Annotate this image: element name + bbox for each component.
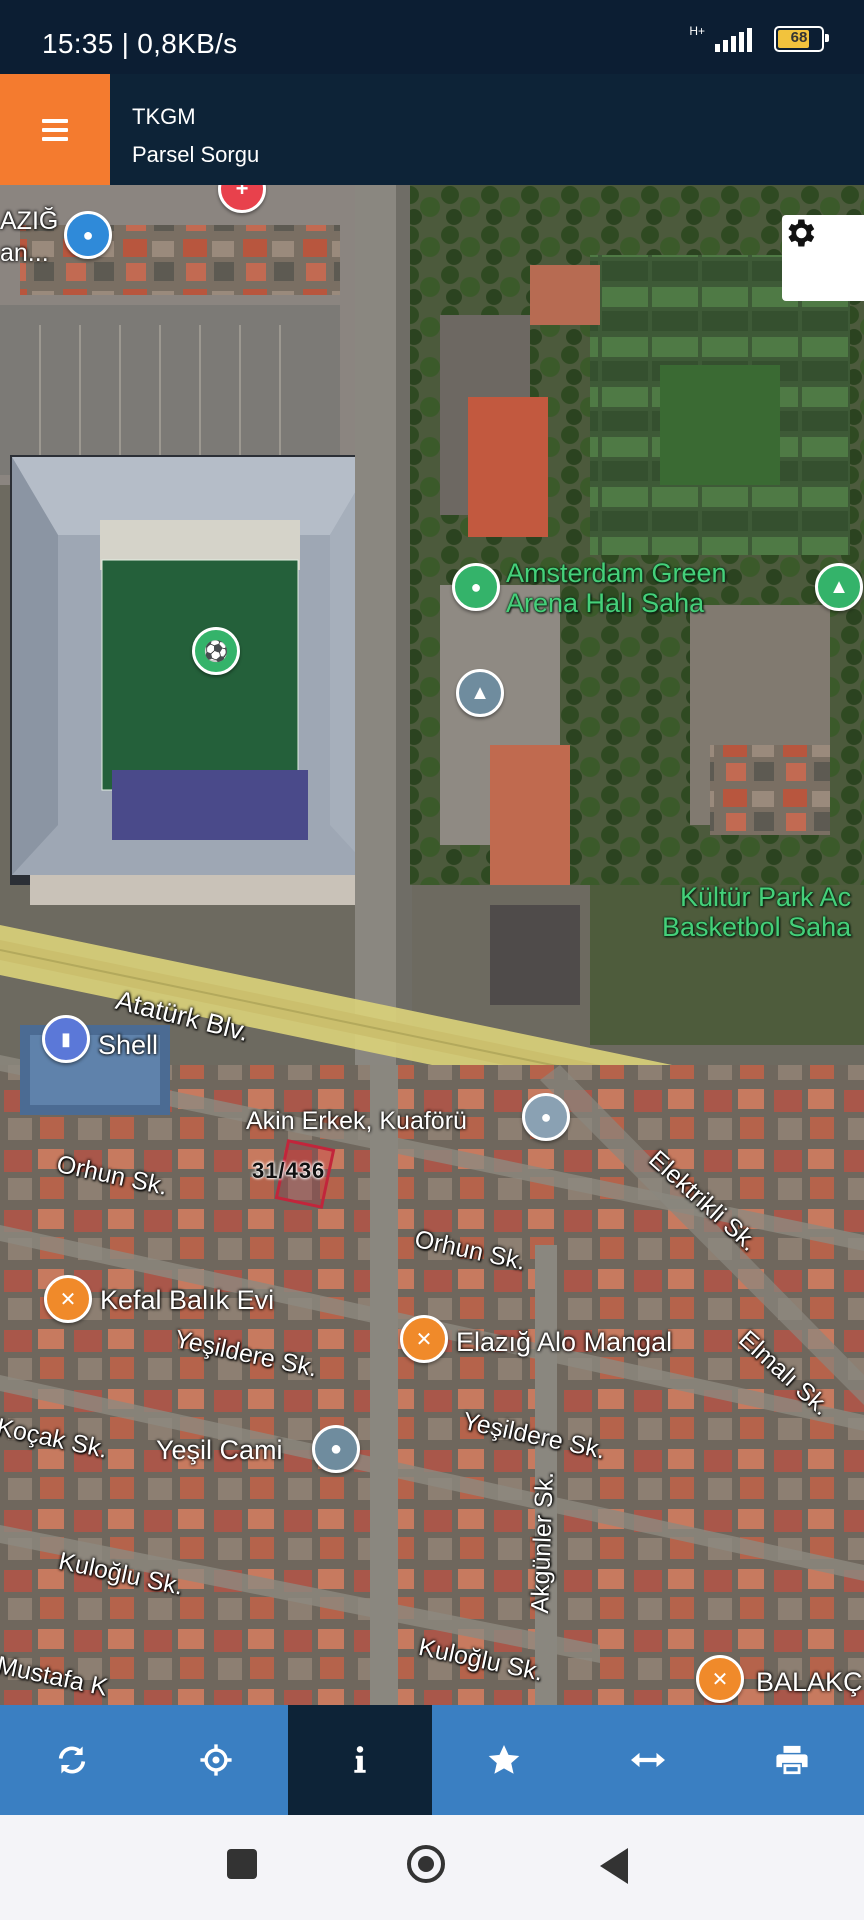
measure-button[interactable] [576, 1705, 720, 1815]
poi-label: Basketbol Saha [662, 912, 852, 942]
battery-level: 68 [790, 29, 808, 46]
crosshair-icon [200, 1744, 232, 1776]
amsterdam-pin-icon[interactable]: ● [452, 563, 500, 611]
home-button[interactable] [407, 1845, 445, 1883]
refresh-button[interactable] [0, 1705, 144, 1815]
poi-label: an... [0, 239, 49, 267]
lock-pin-icon[interactable]: ● [64, 211, 112, 259]
status-bar: 15:35 | 0,8KB/s H+ 68 [0, 0, 864, 74]
poi-label: AZIĞ [0, 207, 59, 235]
map-view[interactable]: + ● ⚽ ● ▲ ▲ ▮ ● ✕ ✕ ● ✕ AZIĞ an... Amste… [0, 185, 864, 1705]
print-button[interactable] [720, 1705, 864, 1815]
restaurant-pin-icon[interactable]: ✕ [44, 1275, 92, 1323]
poi-label: Akin Erkek, Kuaförü [246, 1107, 467, 1135]
poi-label: Kefal Balık Evi [100, 1285, 275, 1315]
street-label: Akgünler Sk. [526, 1471, 559, 1614]
info-icon [354, 1746, 366, 1773]
restaurant-pin-icon[interactable]: ✕ [400, 1315, 448, 1363]
refresh-icon [58, 1746, 86, 1774]
stadium-pin-icon[interactable]: ⚽ [192, 627, 240, 675]
park-pin-icon[interactable]: ▲ [815, 563, 863, 611]
system-nav-bar [0, 1815, 864, 1920]
poi-label: Kültür Park Ac [680, 882, 852, 912]
menu-button[interactable] [0, 74, 110, 185]
app-title: TKGM [132, 104, 196, 129]
satellite-imagery [0, 185, 864, 1705]
star-icon [488, 1745, 520, 1774]
status-time-speed: 15:35 | 0,8KB/s [42, 28, 238, 59]
signal-icon [715, 26, 752, 52]
battery-icon: 68 [774, 26, 829, 52]
school-pin-icon[interactable]: ▲ [456, 669, 504, 717]
app-bar: TKGM Parsel Sorgu [0, 74, 864, 185]
restaurant-pin-icon[interactable]: ✕ [696, 1655, 744, 1703]
poi-label: BALAKÇ [756, 1667, 863, 1697]
parcel-label[interactable]: 31/436 [252, 1158, 325, 1184]
map-settings-button[interactable] [782, 215, 864, 301]
poi-label: Yeşil Cami [156, 1435, 283, 1465]
poi-label: Shell [98, 1030, 159, 1060]
measure-icon [631, 1752, 665, 1768]
poi-label: Elazığ Alo Mangal [456, 1327, 673, 1357]
app-subtitle: Parsel Sorgu [132, 142, 260, 167]
info-button[interactable] [288, 1705, 432, 1815]
poi-label: Arena Halı Saha [506, 588, 705, 618]
gear-icon [788, 219, 815, 247]
print-icon [776, 1745, 808, 1775]
mosque-pin-icon[interactable]: ● [312, 1425, 360, 1473]
network-type: H+ [689, 24, 705, 38]
favorite-button[interactable] [432, 1705, 576, 1815]
locate-button[interactable] [144, 1705, 288, 1815]
location-pin-icon[interactable]: ● [522, 1093, 570, 1141]
poi-label: Amsterdam Green [506, 558, 727, 588]
hamburger-icon [42, 114, 68, 146]
back-button[interactable] [600, 1848, 628, 1884]
recents-button[interactable] [227, 1849, 257, 1879]
map-toolbar [0, 1705, 864, 1815]
gas-station-pin-icon[interactable]: ▮ [42, 1015, 90, 1063]
status-icons: H+ 68 [689, 24, 829, 52]
